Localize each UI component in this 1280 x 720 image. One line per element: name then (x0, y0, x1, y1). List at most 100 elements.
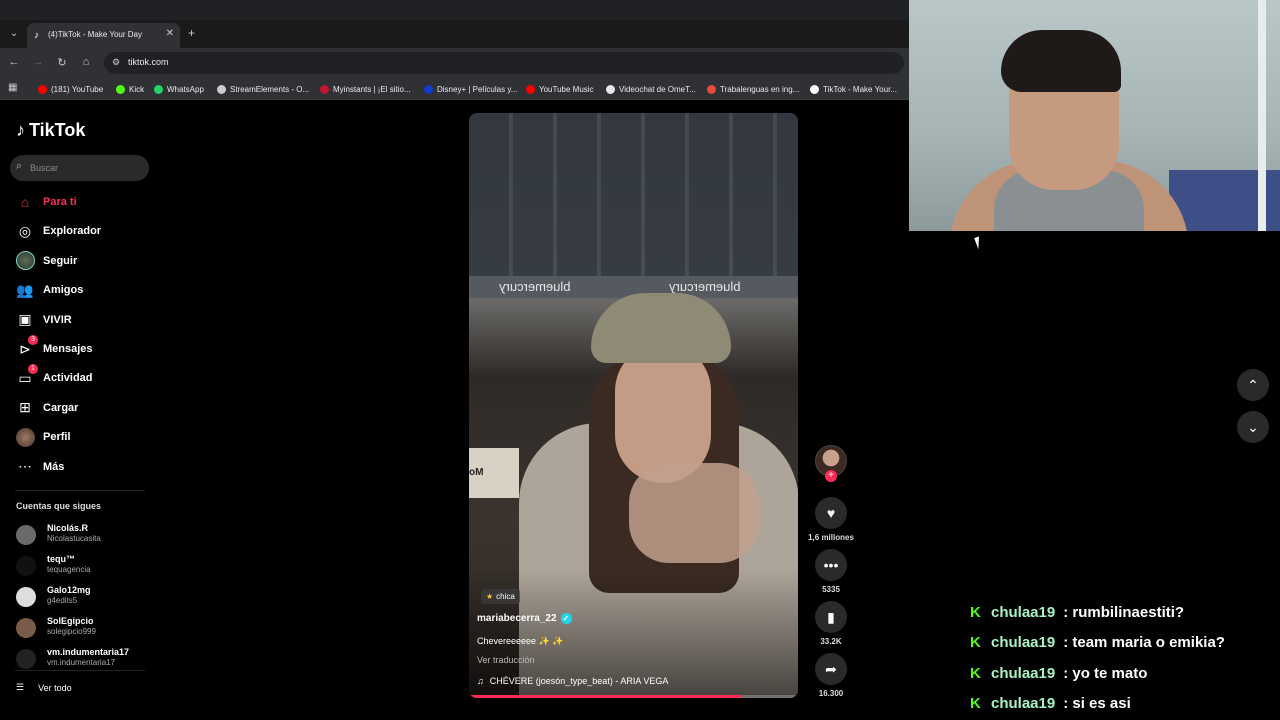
followed-account[interactable]: Galo12mg g4edits5 (16, 585, 156, 609)
bookmark-item[interactable]: Myinstants | ¡El sitio... (320, 82, 411, 96)
sidebar-item-perfil[interactable]: Perfil (15, 425, 155, 449)
sidebar-item-cargar[interactable]: ⊞ Cargar (15, 396, 155, 420)
sidebar-divider (15, 670, 145, 671)
more-icon: ⋯ (18, 458, 32, 475)
verified-badge-icon: ✓ (560, 613, 572, 624)
sidebar-item-vivir[interactable]: ▣ VIVIR (15, 308, 155, 332)
previous-video-button[interactable]: ⌃ (1237, 369, 1269, 401)
sidebar-item-label: Actividad (43, 372, 93, 385)
chat-text: : yo te mato (1063, 664, 1148, 682)
video-music[interactable]: ♫ CHÉVERE (joesón_type_beat) - ARIA VEGA (477, 676, 668, 686)
tiktok-icon (810, 84, 819, 94)
apps-grid-icon[interactable]: ▦ (8, 82, 17, 93)
webcam-pole (1258, 0, 1266, 231)
kick-icon: K (970, 695, 981, 712)
sidebar-item-label: Explorador (43, 225, 102, 238)
see-all-link[interactable]: ☰ Ver todo (16, 682, 72, 693)
video-player[interactable]: bluemercury bluemercury Mo ★ chica maria… (469, 113, 798, 698)
bookmark-item[interactable]: Disney+ | Películas y... (424, 82, 517, 96)
bookmark-item[interactable]: Trabalenguas en ing... (707, 82, 799, 96)
video-progress-bar[interactable] (469, 695, 798, 698)
ometv-icon (606, 84, 615, 94)
see-translation-link[interactable]: Ver traducción (477, 655, 535, 665)
next-video-button[interactable]: ⌄ (1237, 411, 1269, 443)
home-button[interactable]: ⌂ (79, 56, 93, 68)
whatsapp-icon (154, 84, 163, 94)
webcam-overlay (909, 0, 1280, 231)
chat-username: chulaa19 (991, 603, 1056, 621)
followed-account[interactable]: SolEgipcio solegipcio999 (16, 616, 156, 640)
back-button[interactable]: ← (7, 56, 21, 68)
webcam-person-hair (1001, 30, 1121, 92)
video-author[interactable]: mariabecerra_22 ✓ (477, 613, 572, 624)
youtube-music-icon (526, 84, 535, 94)
search-box[interactable]: ⌕ (10, 155, 149, 181)
followed-account[interactable]: Nicolás.R Nicolastucasita (16, 523, 156, 547)
kick-icon: K (970, 603, 981, 621)
tab-strip: ⌄ ♪ (4)TikTok - Make Your Day ✕ + (0, 20, 909, 48)
sidebar-item-label: Mensajes (43, 343, 93, 355)
video-person-face (615, 343, 711, 483)
avatar (16, 525, 36, 545)
bookmark-label: TikTok - Make Your... (823, 84, 897, 94)
heart-icon: ♥ (826, 505, 836, 521)
bookmark-item[interactable]: WhatsApp (154, 82, 204, 96)
save-button[interactable]: ▮ (815, 601, 847, 633)
share-button[interactable]: ➦ (815, 653, 847, 685)
store-sign-text: bluemercury (499, 279, 571, 294)
account-name: vm.indumentaria17 (47, 647, 130, 657)
bookmark-item[interactable]: StreamElements - O... (217, 82, 309, 96)
tiktok-logo[interactable]: ♪ TikTok (16, 120, 85, 141)
bookmark-item[interactable]: TikTok - Make Your... (810, 82, 897, 96)
chat-username: chulaa19 (991, 664, 1056, 682)
messages-icon: ⊳ 3 (15, 335, 38, 359)
followed-account[interactable]: vm.indumentaria17 vm.indumentaria17 (16, 647, 156, 671)
reload-button[interactable]: ↻ (55, 56, 69, 69)
comment-button[interactable]: ••• (815, 549, 847, 581)
chat-message: Kchulaa19: team maria o emikia? (970, 632, 1225, 654)
bookmark-item[interactable]: YouTube Music (526, 82, 594, 96)
sidebar-divider (15, 490, 145, 491)
chat-username: chulaa19 (991, 634, 1056, 651)
music-title: CHÉVERE (joesón_type_beat) - ARIA VEGA (489, 676, 669, 686)
sidebar-item-m-s[interactable]: ⋯ Más (15, 455, 155, 479)
youtube-icon (38, 84, 47, 94)
site-info-icon[interactable]: ⚙ (112, 57, 120, 68)
like-button[interactable]: ♥ (815, 497, 847, 529)
account-handle: tequagencia (47, 565, 91, 574)
comment-count: 5335 (822, 585, 840, 594)
sidebar-item-label: Seguir (43, 254, 78, 267)
disney-icon (424, 84, 433, 94)
address-bar[interactable]: ⚙ tiktok.com (104, 52, 904, 74)
share-icon: ➦ (825, 660, 837, 677)
sidebar-item-explorador[interactable]: ◎ Explorador (15, 219, 155, 243)
forward-button[interactable]: → (31, 56, 45, 68)
new-tab-button[interactable]: + (188, 26, 195, 40)
sidebar-item-mensajes[interactable]: ⊳ 3 Mensajes (15, 335, 155, 361)
profile-avatar-icon (15, 427, 35, 447)
account-handle: vm.indumentaria17 (47, 658, 116, 667)
chat-message: Kchulaa19: rumbilinaestiti? (970, 601, 1184, 623)
bookmark-label: (181) YouTube (51, 84, 104, 94)
bookmark-item[interactable]: Videochat de OmeT... (606, 82, 696, 96)
bookmark-item[interactable]: (181) YouTube (38, 82, 103, 96)
follow-plus-icon[interactable]: + (825, 470, 837, 482)
search-input[interactable] (30, 159, 140, 177)
tab-list-button[interactable]: ⌄ (6, 26, 22, 42)
tag-label: chica (496, 592, 515, 601)
author-name: mariabecerra_22 (477, 613, 557, 624)
sidebar-item-para-ti[interactable]: ⌂ Para ti (15, 190, 155, 214)
close-tab-icon[interactable]: ✕ (166, 28, 174, 39)
video-tag[interactable]: ★ chica (481, 589, 520, 604)
bookmark-item[interactable]: Kick (116, 82, 144, 96)
following-avatar-icon (15, 251, 35, 271)
compass-icon: ◎ (18, 222, 32, 239)
active-tab[interactable]: ♪ (4)TikTok - Make Your Day ✕ (27, 23, 180, 48)
sidebar-item-amigos[interactable]: 👥 Amigos (15, 278, 155, 302)
chat-username: chulaa19 (991, 695, 1056, 712)
share-count: 16.300 (818, 689, 844, 698)
sidebar-item-seguir[interactable]: Seguir (15, 249, 155, 273)
followed-account[interactable]: tequ™ tequagencia (16, 554, 156, 578)
account-name: tequ™ (47, 554, 75, 564)
sidebar-item-actividad[interactable]: ▭ 1 Actividad (15, 364, 155, 390)
